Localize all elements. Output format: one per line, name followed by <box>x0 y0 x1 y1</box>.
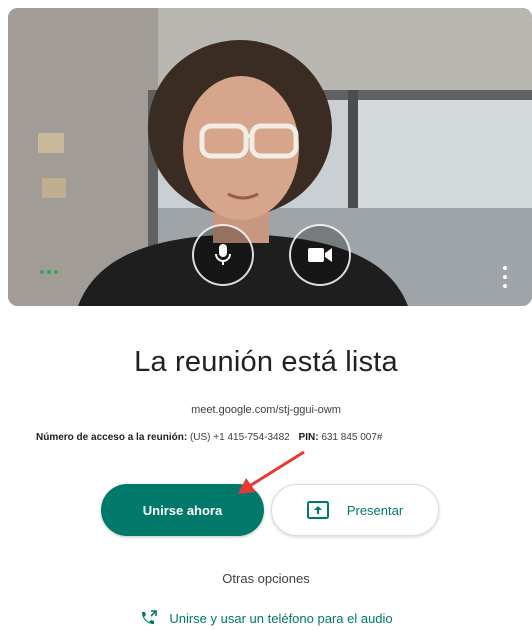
microphone-icon <box>215 244 231 265</box>
join-now-button[interactable]: Unirse ahora <box>101 484 264 536</box>
more-vert-icon[interactable] <box>500 266 510 288</box>
camera-toggle-button[interactable] <box>289 224 351 286</box>
dial-in-label: Número de acceso a la reunión: <box>36 432 188 443</box>
present-button[interactable]: Presentar <box>271 484 439 536</box>
other-options-heading: Otras opciones <box>222 571 310 586</box>
join-with-phone-audio-link[interactable]: Unirse y usar un teléfono para el audio <box>0 610 532 626</box>
dial-in-info: Número de acceso a la reunión: (US) +1 4… <box>36 432 516 443</box>
pin-value: 631 845 007# <box>321 432 383 443</box>
phone-forward-icon <box>142 610 158 624</box>
video-camera-icon <box>308 248 332 262</box>
phone-audio-label: Unirse y usar un teléfono para el audio <box>169 610 393 626</box>
page-title: La reunión está lista <box>134 346 398 378</box>
microphone-toggle-button[interactable] <box>192 224 254 286</box>
audio-level-dots-icon <box>40 270 58 274</box>
camera-feed-image <box>8 8 532 306</box>
pin-label: PIN: <box>298 432 319 443</box>
present-button-label: Presentar <box>346 502 404 518</box>
present-screen-icon <box>306 501 329 519</box>
meeting-url: meet.google.com/stj-ggui-owm <box>191 404 341 416</box>
camera-preview <box>8 8 532 306</box>
dial-in-number: (US) +1 415-754-3482 <box>189 432 290 443</box>
